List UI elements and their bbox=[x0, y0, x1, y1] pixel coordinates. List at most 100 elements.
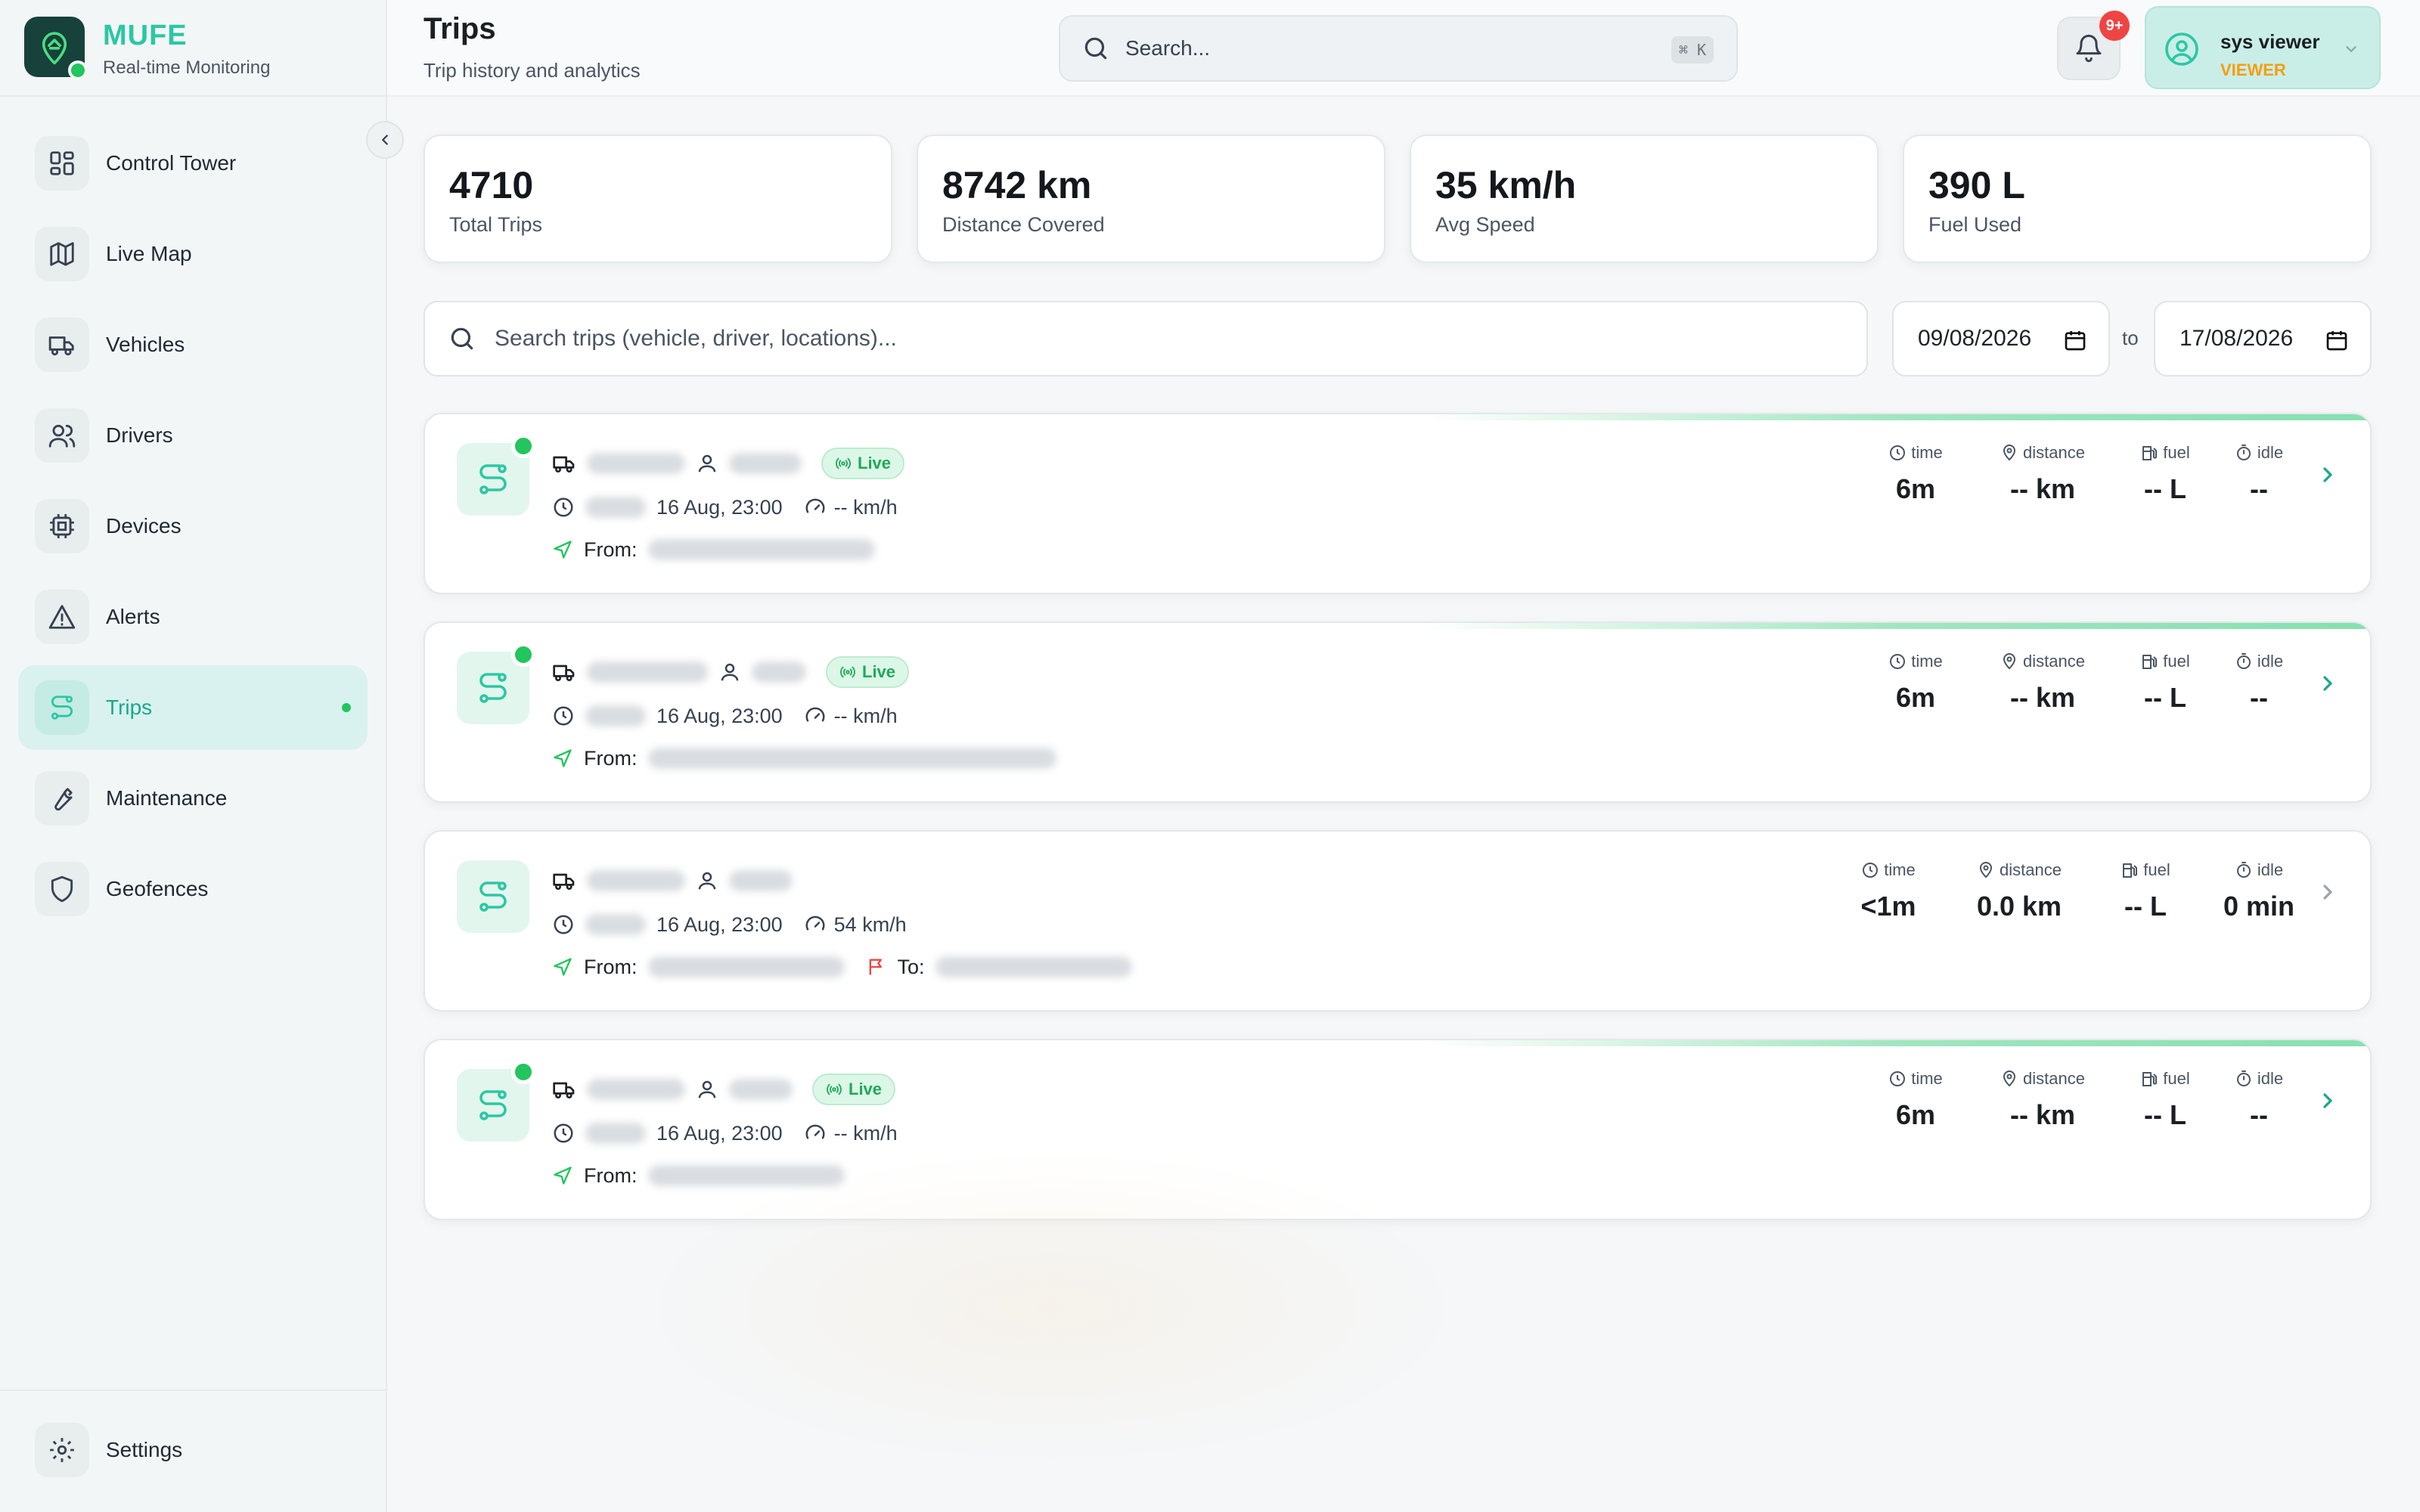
truck-icon bbox=[48, 336, 74, 356]
route-icon bbox=[479, 673, 507, 703]
user-icon bbox=[721, 663, 739, 681]
trip-distance-stat: distance -- km bbox=[1986, 443, 2099, 505]
trip-card[interactable]: Live 16 Aug, 23:00 -- km/h From: time 6m… bbox=[424, 413, 2372, 594]
trip-card[interactable]: Live 16 Aug, 23:00 -- km/h From: time 6m… bbox=[424, 621, 2372, 803]
sidebar-item-alerts[interactable]: Alerts bbox=[18, 575, 368, 659]
stat-label: Fuel Used bbox=[1928, 213, 2022, 236]
global-search-input[interactable] bbox=[1125, 36, 1640, 60]
trip-route-badge bbox=[457, 1060, 535, 1142]
sidebar-item-label: Maintenance bbox=[106, 786, 228, 810]
navigation-arrow-icon bbox=[554, 749, 572, 767]
live-progress-bar bbox=[1425, 414, 2370, 420]
user-icon bbox=[698, 454, 716, 472]
sidebar-item-trips[interactable]: Trips bbox=[18, 665, 368, 750]
sidebar-item-label: Trips bbox=[106, 696, 153, 719]
vehicle-plate-redacted bbox=[587, 870, 685, 891]
chevron-right-icon[interactable] bbox=[2316, 880, 2340, 904]
brand-name: MUFE bbox=[103, 20, 188, 51]
speedometer-icon bbox=[805, 916, 825, 931]
sidebar-item-settings[interactable]: Settings bbox=[18, 1408, 368, 1492]
speedometer-icon bbox=[805, 498, 825, 513]
to-location-redacted bbox=[935, 956, 1132, 978]
trip-idle-stat: idle -- bbox=[2217, 443, 2301, 505]
user-icon bbox=[698, 872, 716, 890]
trip-search-input[interactable] bbox=[495, 326, 1780, 352]
collapse-sidebar-button[interactable] bbox=[366, 121, 404, 159]
sidebar-item-live-map[interactable]: Live Map bbox=[18, 212, 368, 296]
fuel-icon bbox=[2142, 655, 2158, 669]
live-badge: Live bbox=[812, 1074, 896, 1105]
chevron-down-icon bbox=[2346, 46, 2356, 52]
calendar-icon[interactable] bbox=[2063, 328, 2087, 352]
chevron-right-icon[interactable] bbox=[2316, 1089, 2340, 1113]
chevron-right-icon[interactable] bbox=[2316, 463, 2340, 487]
driver-name-redacted bbox=[729, 453, 802, 474]
user-circle-icon bbox=[2165, 33, 2198, 66]
date-to-field[interactable]: 17/08/2026 bbox=[2154, 301, 2372, 376]
map-icon bbox=[50, 242, 74, 266]
timer-icon bbox=[2236, 1070, 2251, 1086]
trip-fuel-stat: fuel -- L bbox=[2124, 652, 2207, 714]
clock-icon bbox=[554, 497, 573, 517]
sidebar-item-vehicles[interactable]: Vehicles bbox=[18, 302, 368, 387]
calendar-icon[interactable] bbox=[2325, 328, 2349, 352]
to-label: To: bbox=[897, 955, 925, 978]
stat-label: Distance Covered bbox=[942, 213, 1105, 236]
date-from-value: 09/08/2026 bbox=[1918, 326, 2032, 351]
trip-fuel-stat: fuel -- L bbox=[2104, 860, 2187, 922]
shield-icon bbox=[51, 875, 73, 903]
trip-distance-stat: distance -- km bbox=[1986, 652, 2099, 714]
chevron-right-icon[interactable] bbox=[2316, 671, 2340, 696]
trip-speed: -- km/h bbox=[833, 495, 898, 519]
date-from-field[interactable]: 09/08/2026 bbox=[1892, 301, 2110, 376]
truck-icon bbox=[553, 456, 575, 472]
trip-id-redacted bbox=[585, 705, 646, 727]
trip-card[interactable]: 16 Aug, 23:00 54 km/h From: To: time <1m… bbox=[424, 830, 2372, 1012]
stat-card-distance: 8742 km Distance Covered bbox=[917, 135, 1385, 263]
date-to-value: 17/08/2026 bbox=[2180, 326, 2294, 351]
speedometer-icon bbox=[805, 707, 825, 722]
from-label: From: bbox=[584, 746, 638, 770]
sidebar-item-devices[interactable]: Devices bbox=[18, 484, 368, 569]
sidebar-item-maintenance[interactable]: Maintenance bbox=[18, 756, 368, 841]
user-menu-button[interactable]: sys viewer VIEWER bbox=[2145, 6, 2381, 89]
sidebar-item-label: Vehicles bbox=[106, 333, 185, 356]
clock-icon bbox=[1890, 1071, 1906, 1086]
broadcast-icon bbox=[827, 1083, 842, 1095]
active-indicator-dot bbox=[342, 703, 351, 712]
stat-card-total-trips: 4710 Total Trips bbox=[424, 135, 892, 263]
brand-subtitle: Real-time Monitoring bbox=[103, 57, 271, 78]
from-location-redacted bbox=[647, 956, 845, 978]
users-icon bbox=[48, 424, 76, 448]
global-search[interactable]: ⌘ K bbox=[1059, 15, 1738, 82]
map-pin-icon bbox=[2003, 1070, 2016, 1087]
navigation-arrow-icon bbox=[554, 1167, 572, 1185]
date-range-separator: to bbox=[2122, 327, 2139, 349]
sidebar-item-geofences[interactable]: Geofences bbox=[18, 847, 368, 931]
trip-search[interactable] bbox=[424, 301, 1868, 376]
brand-logo[interactable] bbox=[24, 17, 88, 80]
sidebar-item-drivers[interactable]: Drivers bbox=[18, 393, 368, 478]
truck-icon bbox=[553, 665, 575, 681]
trip-start-time: 16 Aug, 23:00 bbox=[656, 704, 783, 727]
navigation-arrow-icon bbox=[554, 541, 572, 559]
trip-speed: -- km/h bbox=[833, 704, 898, 727]
sidebar: MUFE Real-time Monitoring Control Tower … bbox=[0, 0, 404, 1512]
route-icon bbox=[479, 1090, 507, 1120]
timer-icon bbox=[2236, 862, 2251, 878]
clock-icon bbox=[554, 915, 573, 934]
stat-label: Avg Speed bbox=[1435, 213, 1535, 236]
user-name: sys viewer bbox=[2220, 30, 2320, 53]
timer-icon bbox=[2236, 653, 2251, 669]
broadcast-icon bbox=[840, 666, 855, 678]
clock-icon bbox=[1890, 445, 1906, 460]
trip-distance-stat: distance 0.0 km bbox=[1976, 860, 2062, 922]
sidebar-item-control-tower[interactable]: Control Tower bbox=[18, 121, 368, 206]
top-header: Trips Trip history and analytics ⌘ K 9+ … bbox=[387, 0, 2420, 97]
chevron-left-icon bbox=[382, 135, 388, 145]
trip-id-redacted bbox=[585, 914, 646, 935]
fuel-icon bbox=[2123, 863, 2138, 878]
stat-value: 390 L bbox=[1928, 164, 2025, 206]
notifications-button[interactable]: 9+ bbox=[2057, 11, 2130, 80]
sidebar-footer: Settings bbox=[0, 1390, 386, 1512]
